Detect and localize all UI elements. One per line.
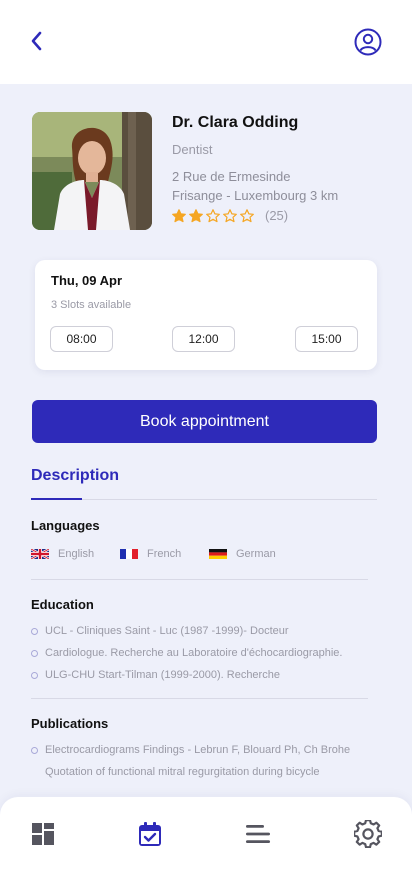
bullet-icon (31, 746, 38, 754)
bullet-icon (31, 671, 38, 679)
languages-title: Languages (31, 518, 100, 533)
top-bar (0, 0, 412, 84)
bottom-navigation (0, 797, 412, 870)
doctor-specialty: Dentist (172, 142, 213, 157)
profile-button[interactable] (353, 27, 383, 57)
star-filled-icon (172, 208, 186, 222)
language-label: English (58, 548, 95, 560)
bullet-icon (31, 627, 38, 635)
education-item: ULG-CHU Start-Tilman (1999-2000). Recher… (31, 669, 280, 681)
active-tab-indicator (31, 498, 82, 500)
review-count: (25) (265, 208, 289, 223)
dashboard-icon (32, 823, 54, 845)
book-appointment-button[interactable]: Book appointment (32, 400, 377, 443)
language-german: German (209, 548, 276, 560)
nav-dashboard[interactable] (29, 820, 57, 848)
slots-card: Thu, 09 Apr 3 Slots available 08:00 12:0… (35, 260, 377, 370)
publications-title: Publications (31, 716, 109, 731)
publication-item-text: Quotation of functional mitral regurgita… (45, 766, 320, 778)
time-slot-button[interactable]: 15:00 (295, 326, 358, 352)
language-french: French (120, 548, 181, 560)
doctor-address-line1: 2 Rue de Ermesinde (172, 169, 291, 184)
section-divider (31, 579, 368, 580)
doctor-rating: (25) (172, 208, 288, 223)
star-empty-icon (223, 208, 237, 222)
menu-lines-icon (246, 825, 270, 843)
publication-item: Electrocardiograms Findings - Lebrun F, … (31, 744, 350, 756)
star-filled-icon (189, 208, 203, 222)
language-english: English (31, 548, 94, 560)
publication-item-text: Electrocardiograms Findings - Lebrun F, … (45, 744, 351, 756)
doctor-name: Dr. Clara Odding (172, 114, 299, 131)
doctor-photo (32, 112, 152, 230)
star-empty-icon (240, 208, 254, 222)
education-item: Cardiologue. Recherche au Laboratoire d'… (31, 647, 342, 659)
bullet-icon (31, 649, 38, 657)
tab-divider (82, 499, 377, 500)
education-item: UCL - Cliniques Saint - Luc (1987 -1999)… (31, 625, 289, 637)
education-title: Education (31, 597, 94, 612)
chevron-left-icon (31, 31, 42, 51)
education-item-text: ULG-CHU Start-Tilman (1999-2000). Recher… (45, 669, 280, 681)
education-item-text: UCL - Cliniques Saint - Luc (1987 -1999)… (45, 625, 289, 637)
germany-flag-icon (209, 549, 227, 559)
user-circle-icon (354, 28, 382, 56)
star-empty-icon (206, 208, 220, 222)
nav-calendar[interactable] (136, 820, 164, 848)
france-flag-icon (120, 549, 138, 559)
calendar-check-icon (139, 822, 161, 846)
back-button[interactable] (22, 26, 52, 56)
tab-description[interactable]: Description (31, 467, 119, 485)
uk-flag-icon (31, 549, 49, 559)
time-slot-button[interactable]: 12:00 (172, 326, 235, 352)
language-label: French (147, 548, 182, 560)
slots-date: Thu, 09 Apr (51, 273, 123, 288)
settings-gear-icon (354, 820, 382, 848)
rating-stars (172, 208, 254, 223)
nav-settings[interactable] (354, 820, 382, 848)
section-divider (31, 698, 368, 699)
time-slot-button[interactable]: 08:00 (50, 326, 113, 352)
slots-available-count: 3 Slots available (51, 299, 132, 311)
education-item-text: Cardiologue. Recherche au Laboratoire d'… (45, 647, 343, 659)
language-label: German (236, 548, 276, 560)
nav-list[interactable] (244, 820, 272, 848)
doctor-address-line2: Frisange - Luxembourg 3 km (172, 188, 339, 203)
